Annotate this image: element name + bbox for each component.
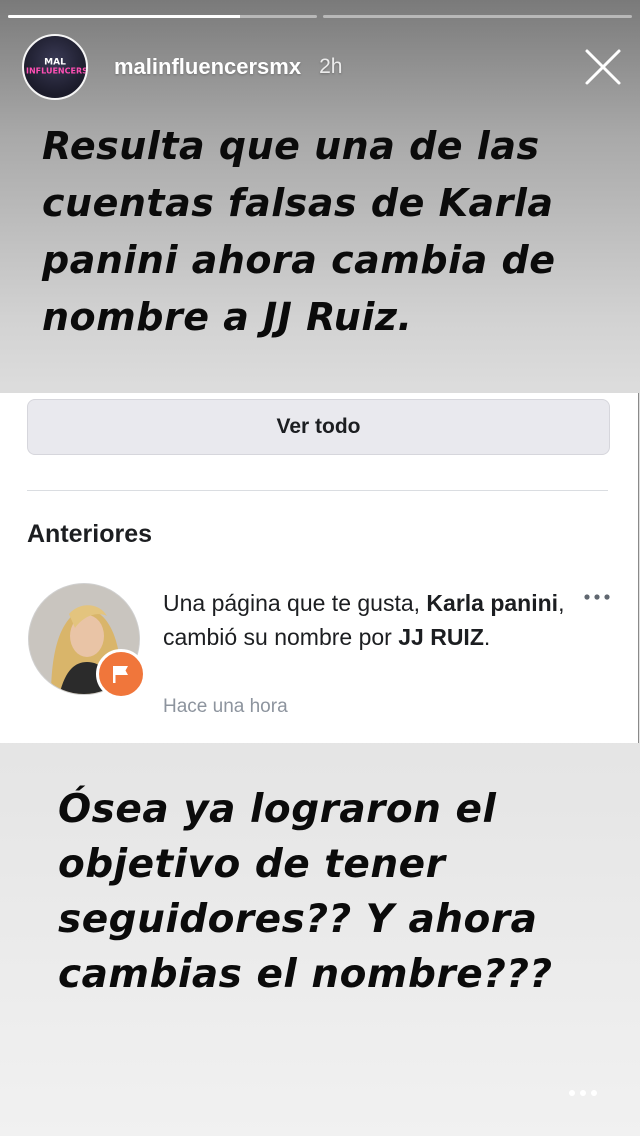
profile-avatar[interactable]: MAL INFLUENCERS bbox=[22, 34, 88, 100]
close-icon[interactable] bbox=[584, 48, 622, 86]
progress-segment bbox=[8, 15, 317, 18]
section-title: Anteriores bbox=[27, 520, 153, 548]
username[interactable]: malinfluencersmx bbox=[114, 54, 301, 80]
page-flag-badge bbox=[96, 649, 146, 699]
facebook-notification-screenshot: Ver todo Anteriores Una página que te gu… bbox=[0, 393, 639, 743]
progress-segment bbox=[323, 15, 632, 18]
progress-fill bbox=[8, 15, 240, 18]
more-horizontal-icon[interactable] bbox=[582, 587, 612, 607]
story-header: MAL INFLUENCERS malinfluencersmx 2h bbox=[22, 34, 622, 100]
notification-page-name: Karla panini bbox=[426, 590, 559, 616]
divider bbox=[27, 490, 608, 491]
post-time: 2h bbox=[319, 55, 343, 78]
notification-suffix: . bbox=[483, 624, 491, 650]
caption-bottom: Ósea ya lograron el objetivo de tener se… bbox=[58, 787, 553, 997]
avatar-logo: MAL INFLUENCERS bbox=[26, 58, 86, 76]
flag-icon bbox=[113, 666, 128, 683]
story-progress-bar bbox=[8, 15, 632, 18]
caption-top: Resulta que una de las cuentas falsas de… bbox=[42, 124, 556, 339]
notification-time: Hace una hora bbox=[163, 696, 288, 717]
see-all-button[interactable]: Ver todo bbox=[27, 399, 610, 455]
avatar-logo-bottom: INFLUENCERS bbox=[26, 66, 88, 76]
notification-text[interactable]: Una página que te gusta, Karla panini, c… bbox=[163, 586, 573, 654]
story-options-icon[interactable] bbox=[566, 1083, 600, 1103]
notification-prefix: Una página que te gusta, bbox=[163, 590, 427, 616]
notification-new-name: JJ RUIZ bbox=[398, 624, 484, 650]
